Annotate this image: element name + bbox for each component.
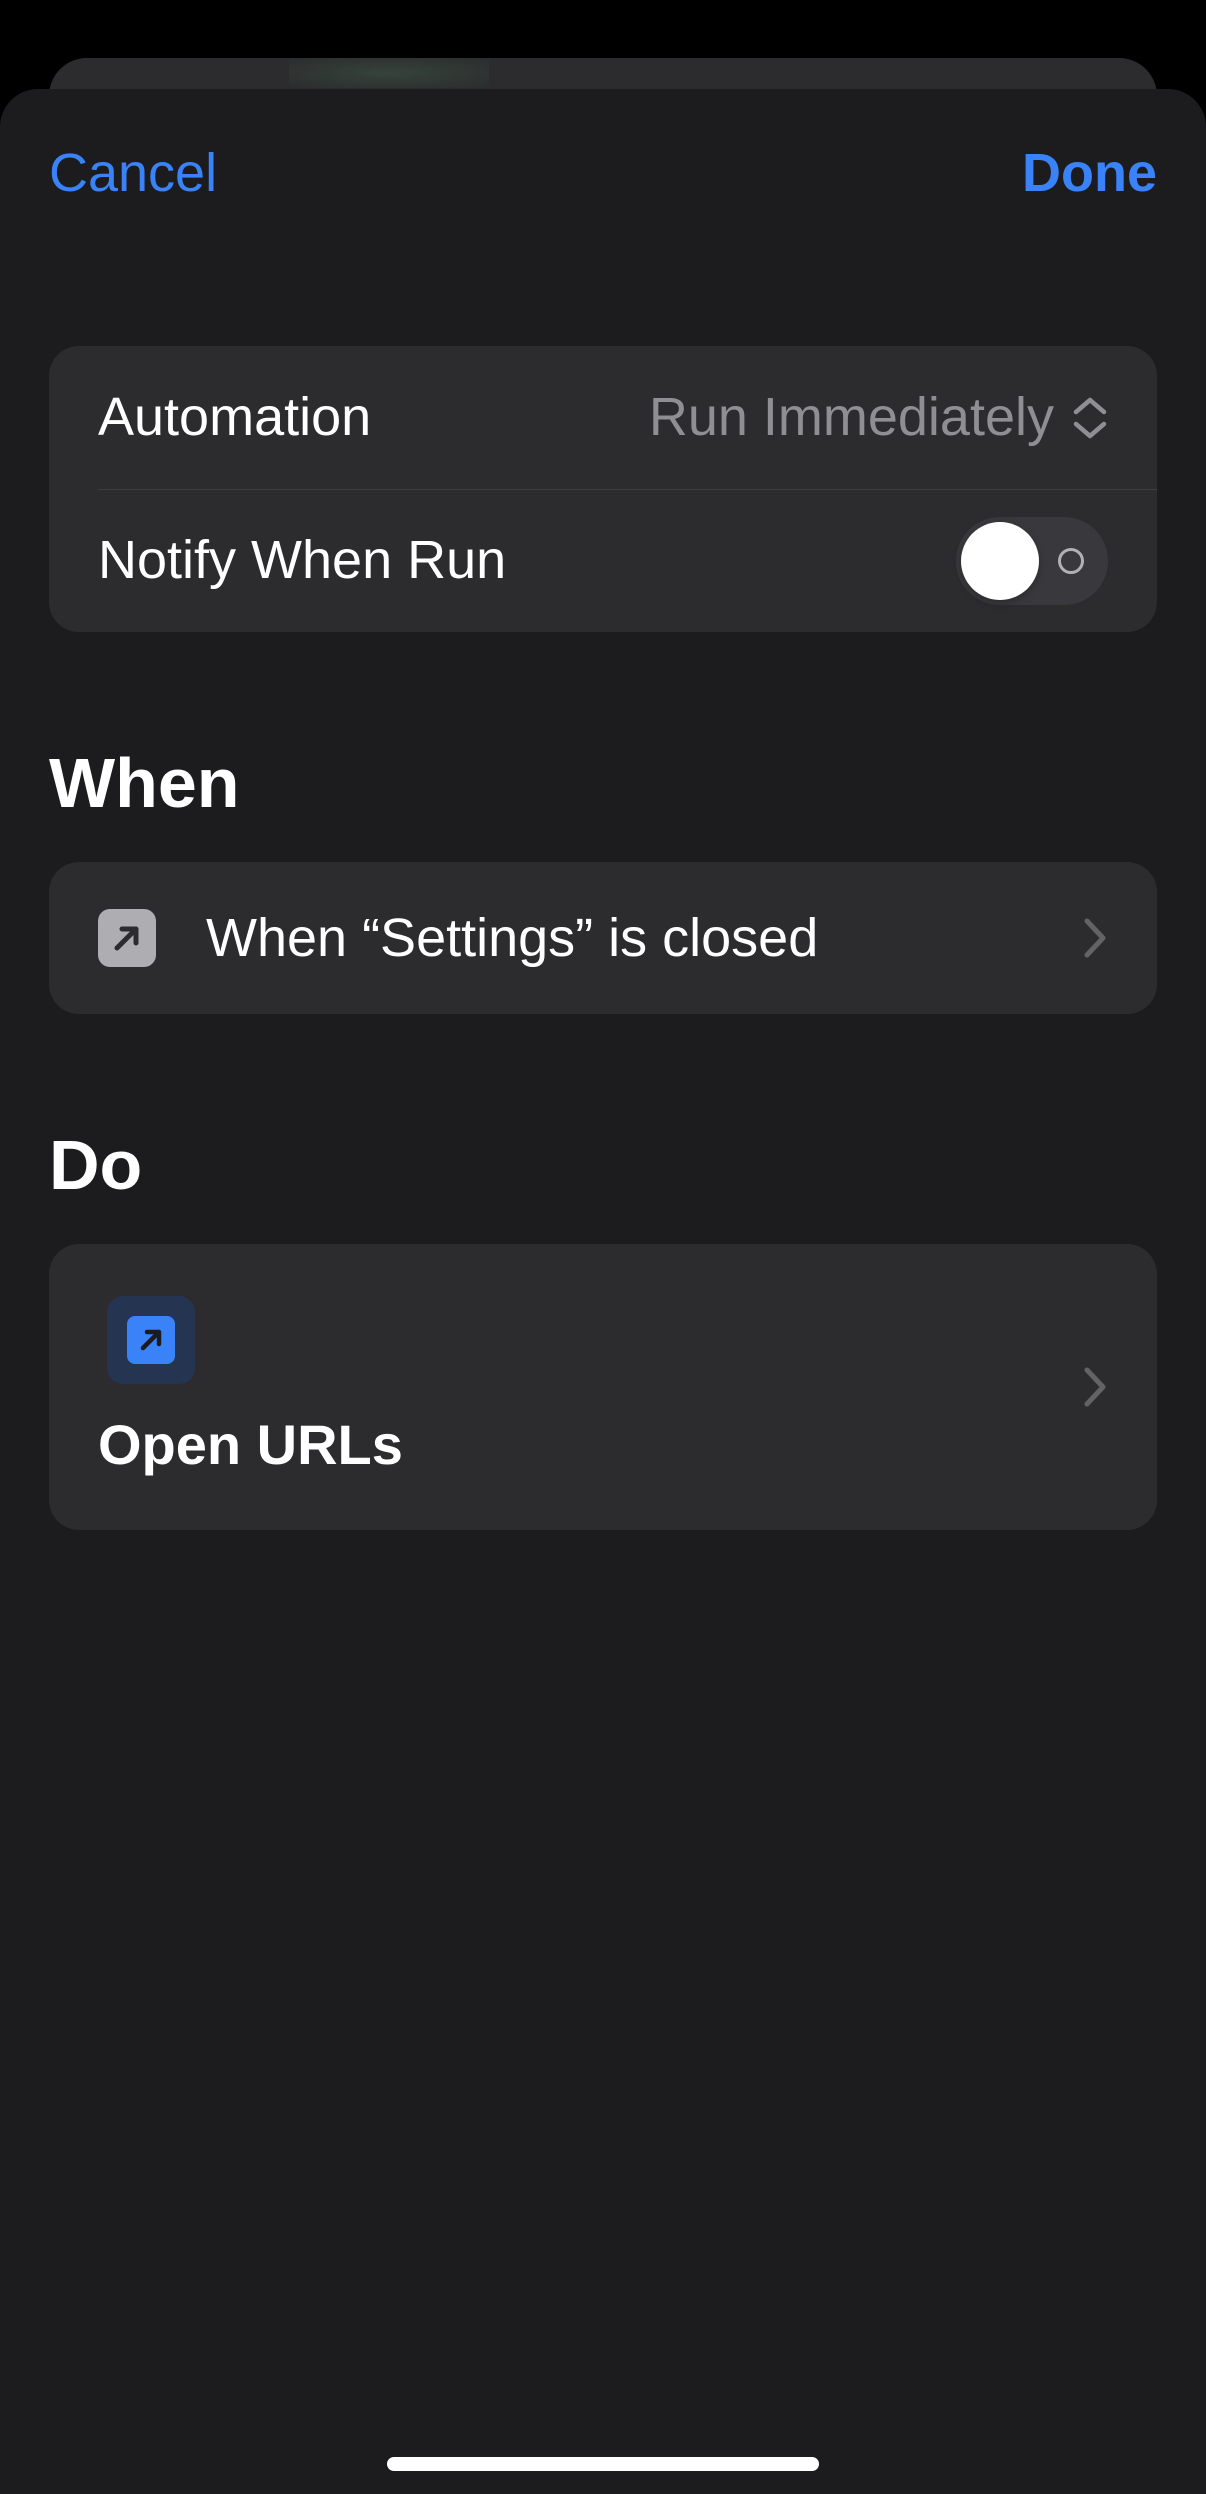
automation-label: Automation [98, 387, 372, 447]
do-section-title: Do [49, 1126, 143, 1204]
chevron-right-icon [1084, 918, 1106, 958]
background-card-glow [289, 58, 489, 88]
chevron-right-icon [1084, 1367, 1106, 1407]
run-mode-value: Run Immediately [648, 387, 1054, 447]
automation-settings-group: Automation Run Immediately Notify When R… [49, 346, 1157, 632]
when-trigger-text: When “Settings” is closed [206, 908, 819, 968]
toggle-off-indicator-icon [1058, 548, 1084, 574]
notify-when-run-label: Notify When Run [98, 530, 507, 590]
arrow-up-right-icon [114, 926, 139, 951]
arrow-up-right-square-icon [98, 909, 156, 967]
notify-when-run-row: Notify When Run [49, 489, 1157, 632]
open-url-arrow-icon [127, 1316, 175, 1364]
when-trigger-row[interactable]: When “Settings” is closed [49, 862, 1157, 1014]
cancel-button[interactable]: Cancel [49, 141, 217, 205]
toggle-knob [961, 522, 1039, 600]
done-button[interactable]: Done [1022, 141, 1157, 205]
open-url-action-icon [107, 1296, 195, 1384]
arrow-up-right-icon [140, 1329, 162, 1351]
notify-when-run-toggle[interactable] [956, 517, 1108, 605]
automation-sheet: Cancel Done Automation Run Immediately N… [0, 89, 1206, 2494]
home-indicator[interactable] [387, 2457, 819, 2471]
action-title: Open URLs [98, 1413, 403, 1476]
when-section-title: When [49, 744, 240, 822]
chevron-up-down-icon [1073, 397, 1107, 439]
do-action-card[interactable]: Open URLs [49, 1244, 1157, 1530]
automation-run-mode-row[interactable]: Automation Run Immediately [49, 346, 1157, 489]
